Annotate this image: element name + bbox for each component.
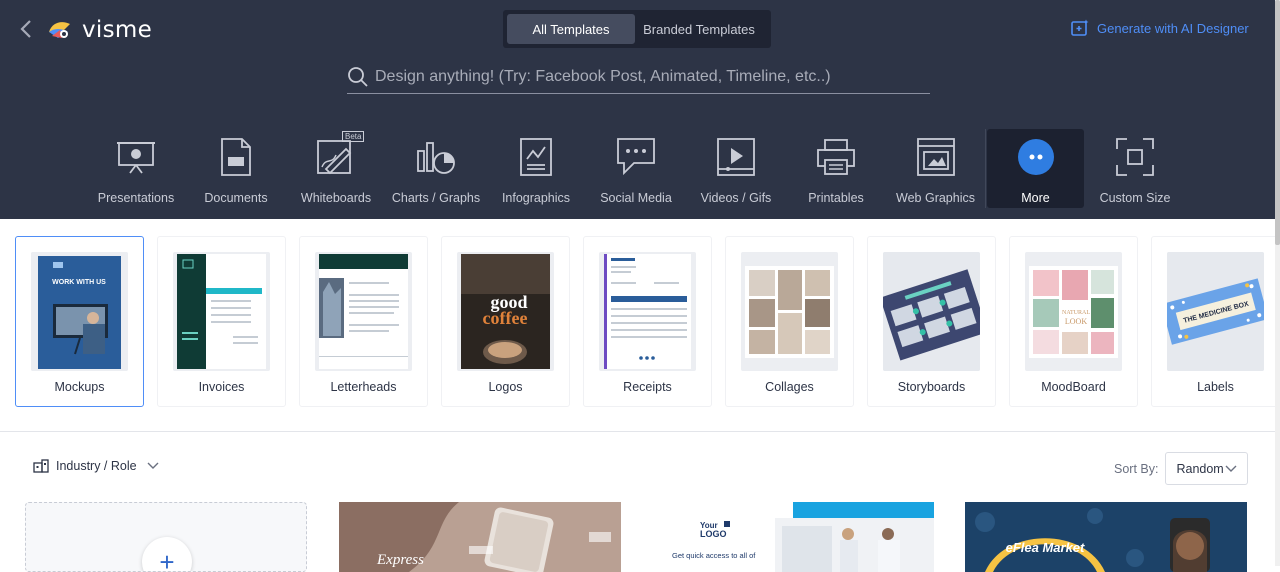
category-infographics[interactable]: Infographics bbox=[486, 129, 586, 208]
mockup-thumb-text: WORK WITH US bbox=[52, 279, 106, 286]
mockups-thumbnail: WORK WITH US bbox=[31, 252, 128, 371]
building-icon bbox=[33, 459, 49, 473]
category-charts-graphs[interactable]: Charts / Graphs bbox=[386, 129, 486, 208]
industry-role-filter[interactable]: Industry / Role bbox=[33, 459, 159, 473]
printer-icon bbox=[816, 136, 856, 178]
logos-thumbnail: good coffee bbox=[457, 252, 554, 371]
generate-ai-designer-label: Generate with AI Designer bbox=[1097, 20, 1249, 36]
video-icon bbox=[716, 136, 756, 178]
template-text-eflea: eFlea Market bbox=[1006, 540, 1085, 555]
category-label: Social Media bbox=[600, 191, 672, 205]
document-icon bbox=[216, 136, 256, 178]
presentation-icon bbox=[116, 136, 156, 178]
svg-text:coffee: coffee bbox=[483, 308, 528, 328]
category-label: More bbox=[1021, 191, 1050, 205]
chart-icon bbox=[416, 136, 456, 178]
subcategory-label: Storyboards bbox=[897, 380, 966, 394]
ai-designer-icon bbox=[1071, 19, 1089, 36]
whiteboard-icon bbox=[316, 136, 356, 178]
chevron-down-icon bbox=[147, 462, 159, 469]
subcategory-storyboards[interactable]: Storyboards bbox=[867, 236, 996, 407]
subcategory-receipts[interactable]: Receipts bbox=[583, 236, 712, 407]
subcategory-label: Labels bbox=[1197, 380, 1234, 394]
more-icon bbox=[1016, 136, 1056, 178]
subcategory-labels[interactable]: THE MEDICINE BOX Labels bbox=[1151, 236, 1280, 407]
subcategory-letterheads[interactable]: Letterheads bbox=[299, 236, 428, 407]
category-label: Charts / Graphs bbox=[391, 191, 481, 205]
plus-icon: + bbox=[142, 537, 192, 571]
category-videos-gifs[interactable]: Videos / Gifs bbox=[686, 129, 786, 208]
sort-control: Sort By: Random bbox=[1114, 452, 1249, 485]
category-label: Web Graphics bbox=[896, 191, 975, 205]
tab-all-templates[interactable]: All Templates bbox=[507, 14, 635, 44]
subcategory-label: Invoices bbox=[198, 380, 245, 394]
labels-thumbnail: THE MEDICINE BOX bbox=[1167, 252, 1264, 371]
svg-text:LOGO: LOGO bbox=[700, 529, 727, 539]
subcategory-mockups[interactable]: WORK WITH US Mockups bbox=[15, 236, 144, 407]
category-bar: Presentations Documents Beta Whiteboards… bbox=[86, 129, 1185, 208]
template-card-express[interactable]: Express bbox=[339, 502, 621, 572]
category-social-media[interactable]: Social Media bbox=[586, 129, 686, 208]
storyboards-thumbnail bbox=[883, 252, 980, 371]
tab-branded-templates[interactable]: Branded Templates bbox=[635, 14, 763, 44]
search-input[interactable] bbox=[375, 67, 915, 86]
create-blank-template[interactable]: + bbox=[25, 502, 307, 572]
receipts-thumbnail bbox=[599, 252, 696, 371]
category-label: Infographics bbox=[501, 191, 571, 205]
subcategory-label: Receipts bbox=[623, 380, 672, 394]
custom-size-icon bbox=[1115, 136, 1155, 178]
sort-select[interactable]: Random bbox=[1165, 452, 1249, 485]
visme-logo-text: visme bbox=[82, 17, 153, 43]
subcategory-moodboard[interactable]: NATURAL LOOK MoodBoard bbox=[1009, 236, 1138, 407]
category-label: Custom Size bbox=[1099, 191, 1171, 205]
category-documents[interactable]: Documents bbox=[186, 129, 286, 208]
visme-logo[interactable]: visme bbox=[46, 17, 152, 43]
top-header: visme All Templates Branded Templates Ge… bbox=[0, 0, 1275, 219]
page-scrollbar-thumb[interactable] bbox=[1275, 0, 1280, 245]
category-label: Whiteboards bbox=[300, 191, 372, 205]
visme-logo-icon bbox=[49, 22, 70, 38]
beta-badge: Beta bbox=[342, 131, 365, 142]
subcategory-label: MoodBoard bbox=[1041, 380, 1106, 394]
collages-thumbnail bbox=[741, 252, 838, 371]
web-graphics-icon bbox=[916, 136, 956, 178]
subcategory-invoices[interactable]: Invoices bbox=[157, 236, 286, 407]
category-label: Videos / Gifs bbox=[700, 191, 772, 205]
category-label: Presentations bbox=[97, 191, 175, 205]
infographic-icon bbox=[516, 136, 556, 178]
category-presentations[interactable]: Presentations bbox=[86, 129, 186, 208]
search-bar bbox=[347, 60, 930, 94]
chevron-down-icon bbox=[1225, 465, 1237, 472]
generate-ai-designer-button[interactable]: Generate with AI Designer bbox=[1071, 19, 1249, 37]
template-tabs: All Templates Branded Templates bbox=[503, 10, 771, 48]
category-label: Documents bbox=[204, 191, 268, 205]
svg-text:NATURAL: NATURAL bbox=[1062, 310, 1090, 316]
moodboard-thumbnail: NATURAL LOOK bbox=[1025, 252, 1122, 371]
sort-value: Random bbox=[1176, 461, 1224, 476]
subcategory-label: Logos bbox=[488, 380, 523, 394]
social-media-icon bbox=[616, 136, 656, 178]
template-text-clinic: Get quick access to all of bbox=[672, 551, 756, 560]
subcategory-logos[interactable]: good coffee Logos bbox=[441, 236, 570, 407]
subcategory-collages[interactable]: Collages bbox=[725, 236, 854, 407]
subcategory-label: Collages bbox=[765, 380, 814, 394]
sort-label: Sort By: bbox=[1114, 461, 1159, 476]
invoices-thumbnail bbox=[173, 252, 270, 371]
template-card-clinic[interactable]: Your LOGO Get quick access to all of bbox=[652, 502, 934, 572]
letterheads-thumbnail bbox=[315, 252, 412, 371]
industry-role-label: Industry / Role bbox=[56, 459, 137, 473]
template-card-eflea-market[interactable]: eFlea Market bbox=[965, 502, 1247, 572]
category-more[interactable]: More bbox=[987, 129, 1084, 208]
category-custom-size[interactable]: Custom Size bbox=[1085, 129, 1185, 208]
search-icon bbox=[348, 66, 368, 87]
subcategory-strip: WORK WITH US Mockups Invoices Letterhead… bbox=[0, 219, 1280, 432]
back-arrow-icon[interactable] bbox=[16, 18, 38, 40]
svg-text:LOOK: LOOK bbox=[1065, 317, 1087, 326]
category-whiteboards[interactable]: Beta Whiteboards bbox=[286, 129, 386, 208]
category-printables[interactable]: Printables bbox=[786, 129, 886, 208]
subcategory-label: Mockups bbox=[54, 380, 105, 394]
category-web-graphics[interactable]: Web Graphics bbox=[886, 129, 986, 208]
subcategory-label: Letterheads bbox=[330, 380, 397, 394]
category-label: Printables bbox=[808, 191, 864, 205]
